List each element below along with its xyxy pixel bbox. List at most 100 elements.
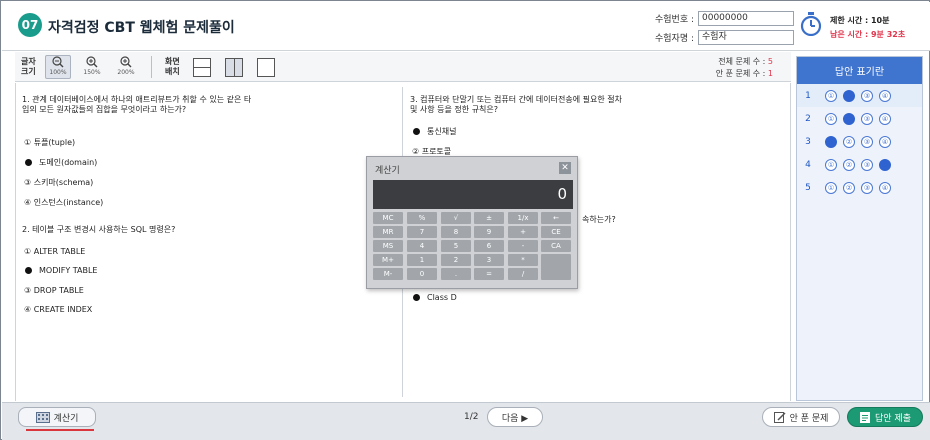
candidate-number-label: 수험번호 :	[654, 15, 694, 25]
zoom-in-icon	[120, 56, 132, 68]
layout-two-column-button[interactable]	[225, 58, 243, 77]
calculator-key-blank[interactable]	[541, 254, 571, 280]
option-label: ③ 스키마(schema)	[24, 178, 94, 187]
calculator-key[interactable]: -	[508, 240, 538, 252]
unsolved-count-label: 안 푼 문제 수 :	[715, 69, 768, 78]
question-counts: 전체 문제 수 : 5 안 푼 문제 수 : 1	[716, 56, 773, 80]
option-label: ① 튜플(tuple)	[24, 138, 76, 147]
question-1-option-3[interactable]: ③ 스키마(schema)	[24, 177, 93, 188]
calculator-key[interactable]: /	[508, 268, 538, 280]
edit-icon	[773, 412, 786, 423]
calculator-key[interactable]: MS	[373, 240, 403, 252]
selected-answer-icon	[25, 267, 32, 274]
calculator-display: 0	[373, 180, 573, 209]
calculator-window: 계산기 ✕ 0 MC% √ ±1/x ← MR 7 8 9 + CE MS 4 5 6- CA M+ 1 2 3 * M…	[366, 156, 578, 289]
calculator-key[interactable]: 1/x	[508, 212, 538, 224]
close-icon[interactable]: ✕	[559, 162, 571, 174]
zoom-200-label: 200%	[117, 69, 135, 76]
calculator-key[interactable]: M-	[373, 268, 403, 280]
zoom-200-button[interactable]: 200%	[113, 55, 139, 79]
calculator-key[interactable]: 0	[407, 268, 437, 280]
answer-bubble-1-3[interactable]: ③	[861, 89, 873, 102]
calculator-key[interactable]: 8	[441, 226, 471, 238]
answer-bubble-2-4[interactable]: ④	[879, 112, 891, 125]
question-2-option-4[interactable]: ④ CREATE INDEX	[24, 305, 92, 314]
answer-bubble-5-4[interactable]: ④	[879, 181, 891, 194]
answer-bubble-4-2[interactable]: ②	[843, 158, 855, 171]
calculator-key[interactable]: 6	[474, 240, 504, 252]
calculator-key[interactable]: MC	[373, 212, 403, 224]
calculator-key[interactable]: CE	[541, 226, 571, 238]
unsolved-button-label: 안 푼 문제	[789, 413, 829, 424]
calculator-key[interactable]: 3	[474, 254, 504, 266]
next-button[interactable]: 다음 ▶	[487, 407, 543, 427]
question-1-option-4[interactable]: ④ 인스턴스(instance)	[24, 197, 103, 208]
calculator-key[interactable]: 1	[407, 254, 437, 266]
layout-label: 화면 배치	[165, 57, 180, 76]
layout-single-column-button[interactable]	[193, 58, 211, 77]
option-label: MODIFY TABLE	[39, 266, 98, 275]
zoom-out-icon	[52, 56, 64, 68]
answer-row-1: 1 ①②③④	[797, 84, 922, 107]
answer-bubble-1-1[interactable]: ①	[825, 89, 837, 102]
calculator-key[interactable]: M+	[373, 254, 403, 266]
answer-row-4: 4 ①②③④	[797, 153, 922, 176]
answer-bubble-2-2[interactable]: ②	[843, 112, 855, 125]
answer-bubble-3-4[interactable]: ④	[879, 135, 891, 148]
time-limit: 제한 시간 : 10분	[830, 16, 890, 25]
answer-bubble-4-3[interactable]: ③	[861, 158, 873, 171]
calculator-key[interactable]: 2	[441, 254, 471, 266]
calculator-key[interactable]: .	[441, 268, 471, 280]
question-2-option-1[interactable]: ① ALTER TABLE	[24, 247, 85, 256]
calculator-key[interactable]: 7	[407, 226, 437, 238]
answer-bubble-3-2[interactable]: ②	[843, 135, 855, 148]
question-4-option-4[interactable]: Class D	[412, 293, 457, 302]
question-4-text-fragment: 속하는가?	[582, 215, 616, 224]
answer-bubble-1-2[interactable]: ②	[843, 89, 855, 102]
answer-bubble-5-1[interactable]: ①	[825, 181, 837, 194]
zoom-100-label: 100%	[49, 69, 67, 76]
question-2-option-3[interactable]: ③ DROP TABLE	[24, 286, 84, 295]
calculator-key[interactable]: =	[474, 268, 504, 280]
option-label: ④ 인스턴스(instance)	[24, 198, 104, 207]
unsolved-questions-button[interactable]: 안 푼 문제	[762, 407, 840, 427]
answer-bubble-5-2[interactable]: ②	[843, 181, 855, 194]
answer-bubble-4-4[interactable]: ④	[879, 158, 891, 171]
calculator-key[interactable]: +	[508, 226, 538, 238]
question-1-option-1[interactable]: ① 튜플(tuple)	[24, 137, 75, 148]
option-label: 도메인(domain)	[39, 158, 98, 167]
time-remaining: 남은 시간 : 9분 32초	[830, 30, 906, 39]
calculator-button[interactable]: 계산기	[18, 407, 96, 427]
answer-bubble-5-3[interactable]: ③	[861, 181, 873, 194]
calculator-key[interactable]: CA	[541, 240, 571, 252]
submit-answers-button[interactable]: 답안 제출	[847, 407, 923, 427]
calculator-key[interactable]: ←	[541, 212, 571, 224]
answer-row-3: 3 ①②③④	[797, 130, 922, 153]
calculator-key[interactable]: 5	[441, 240, 471, 252]
answer-row-number: 2	[805, 113, 811, 124]
calculator-key[interactable]: 9	[474, 226, 504, 238]
calculator-key[interactable]: MR	[373, 226, 403, 238]
question-1-option-2[interactable]: 도메인(domain)	[24, 157, 97, 168]
calculator-key[interactable]: √	[441, 212, 471, 224]
answer-sheet-rows: 1①②③④2①②③④3①②③④4①②③④5①②③④	[797, 84, 922, 199]
zoom-100-button[interactable]: 100%	[45, 55, 71, 79]
question-2-option-2[interactable]: MODIFY TABLE	[24, 266, 98, 275]
answer-bubble-2-3[interactable]: ③	[861, 112, 873, 125]
submit-button-label: 답안 제출	[875, 413, 911, 424]
answer-bubble-4-1[interactable]: ①	[825, 158, 837, 171]
question-3-option-1[interactable]: 통신채널	[412, 126, 456, 137]
header-bar: 07 자격검정 CBT 웹체험 문제풀이 수험번호 : 00000000 수험자…	[2, 2, 930, 51]
answer-bubble-3-3[interactable]: ③	[861, 135, 873, 148]
zoom-150-label: 150%	[83, 69, 101, 76]
answer-bubble-2-1[interactable]: ①	[825, 112, 837, 125]
layout-one-page-button[interactable]	[257, 58, 275, 77]
answer-bubble-1-4[interactable]: ④	[879, 89, 891, 102]
zoom-150-button[interactable]: 150%	[79, 55, 105, 79]
calculator-key[interactable]: 4	[407, 240, 437, 252]
calculator-key[interactable]: ±	[474, 212, 504, 224]
total-questions-label: 전체 문제 수 :	[718, 57, 768, 66]
answer-bubble-3-1[interactable]: ①	[825, 135, 837, 148]
calculator-key[interactable]: *	[508, 254, 538, 266]
calculator-key[interactable]: %	[407, 212, 437, 224]
